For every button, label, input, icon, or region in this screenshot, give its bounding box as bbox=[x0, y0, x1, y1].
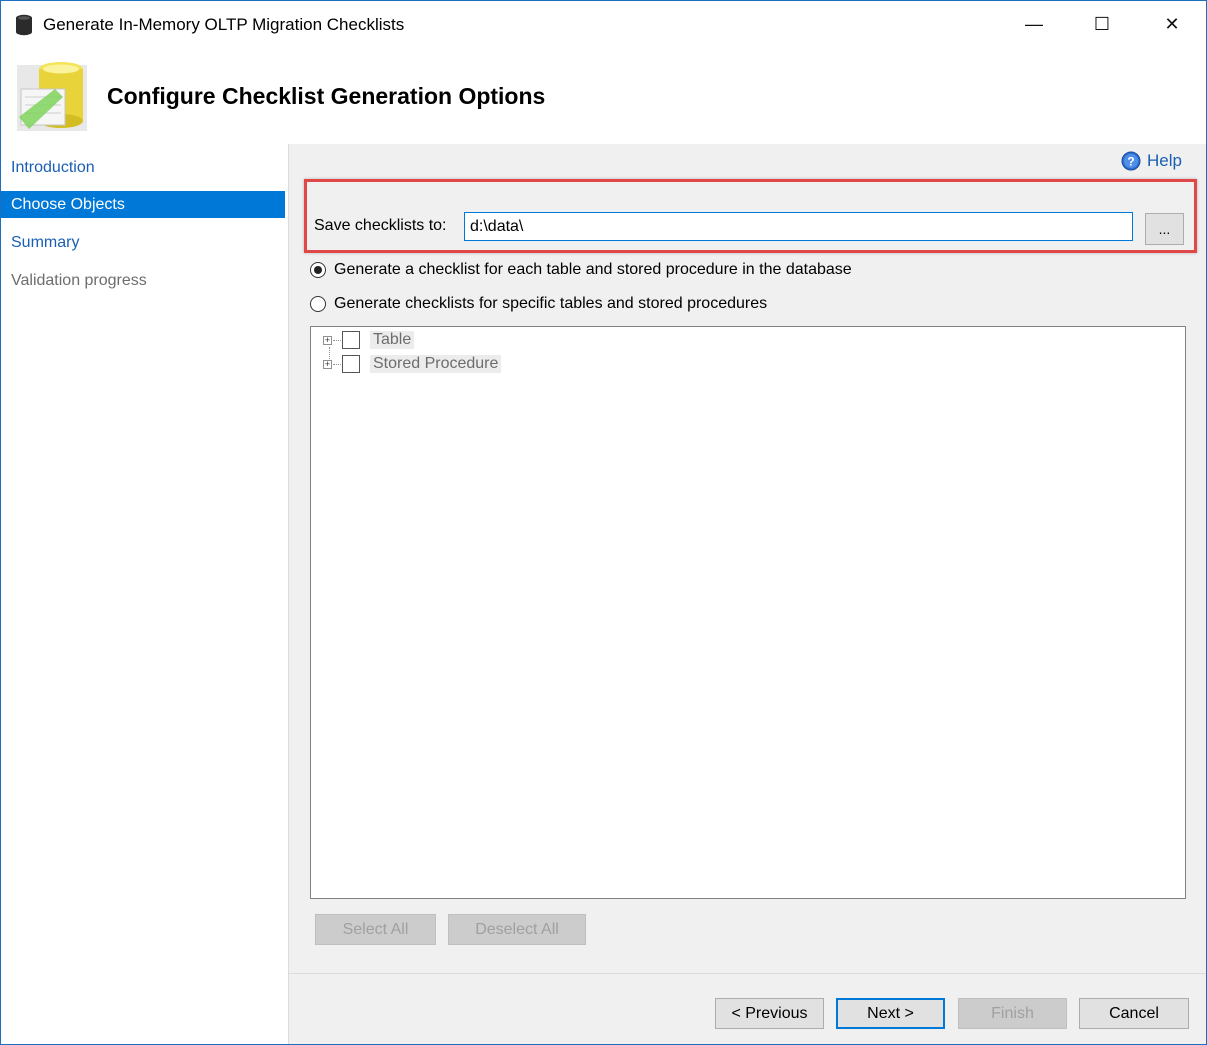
wizard-window: Generate In-Memory OLTP Migration Checkl… bbox=[0, 0, 1207, 1045]
close-icon: ✕ bbox=[1164, 13, 1180, 34]
page-title: Configure Checklist Generation Options bbox=[107, 83, 546, 109]
help-label: Help bbox=[1147, 151, 1182, 170]
help-link[interactable]: ? Help bbox=[1121, 151, 1182, 171]
radio-all-objects-circle[interactable] bbox=[310, 262, 326, 278]
sidebar-item-choose-objects[interactable]: Choose Objects bbox=[1, 191, 285, 218]
tree-item-table[interactable]: + Table bbox=[323, 329, 415, 351]
database-icon bbox=[16, 14, 32, 36]
browse-button[interactable]: ... bbox=[1145, 213, 1184, 245]
tree-item-stored-procedure-label: Stored Procedure bbox=[370, 355, 502, 373]
cancel-button[interactable]: Cancel bbox=[1079, 998, 1189, 1029]
window-title: Generate In-Memory OLTP Migration Checkl… bbox=[43, 15, 405, 34]
deselect-all-button[interactable]: Deselect All bbox=[448, 914, 586, 945]
maximize-button[interactable]: ☐ bbox=[1067, 1, 1137, 47]
help-circle-icon: ? bbox=[1121, 151, 1141, 171]
sidebar-item-validation-progress: Validation progress bbox=[11, 272, 147, 289]
tree-connector bbox=[333, 339, 341, 341]
next-button[interactable]: Next > bbox=[836, 998, 945, 1029]
checklist-database-icon bbox=[17, 62, 87, 131]
radio-specific-objects-label: Generate checklists for specific tables … bbox=[334, 295, 768, 312]
radio-specific-objects-circle[interactable] bbox=[310, 296, 326, 312]
expand-plus-icon[interactable]: + bbox=[323, 335, 332, 345]
finish-button[interactable]: Finish bbox=[958, 998, 1067, 1029]
sidebar-item-summary[interactable]: Summary bbox=[1, 229, 285, 256]
svg-text:?: ? bbox=[1127, 155, 1134, 169]
tree-connector bbox=[333, 363, 341, 365]
minimize-icon: — bbox=[1025, 13, 1043, 34]
close-button[interactable]: ✕ bbox=[1137, 1, 1206, 47]
tree-item-table-label: Table bbox=[370, 331, 415, 349]
wizard-sidebar: Introduction Choose Objects Summary Vali… bbox=[1, 144, 288, 1044]
radio-specific-objects[interactable]: Generate checklists for specific tables … bbox=[310, 295, 767, 313]
minimize-button[interactable]: — bbox=[999, 1, 1069, 47]
maximize-icon: ☐ bbox=[1093, 13, 1111, 34]
wizard-header: Configure Checklist Generation Options bbox=[1, 49, 1206, 144]
expand-plus-icon[interactable]: + bbox=[323, 359, 332, 369]
save-checklists-label: Save checklists to: bbox=[314, 217, 447, 234]
tree-item-stored-procedure-checkbox[interactable] bbox=[342, 355, 360, 373]
tree-item-table-checkbox[interactable] bbox=[342, 331, 360, 349]
select-all-button[interactable]: Select All bbox=[315, 914, 436, 945]
previous-button[interactable]: < Previous bbox=[715, 998, 824, 1029]
radio-all-objects-label: Generate a checklist for each table and … bbox=[334, 261, 852, 278]
save-path-input[interactable] bbox=[464, 212, 1133, 241]
tree-item-stored-procedure[interactable]: + Stored Procedure bbox=[323, 353, 502, 375]
title-bar: Generate In-Memory OLTP Migration Checkl… bbox=[1, 1, 1206, 49]
object-tree[interactable] bbox=[310, 326, 1186, 899]
radio-all-objects[interactable]: Generate a checklist for each table and … bbox=[310, 261, 852, 279]
sidebar-item-introduction[interactable]: Introduction bbox=[1, 154, 285, 181]
